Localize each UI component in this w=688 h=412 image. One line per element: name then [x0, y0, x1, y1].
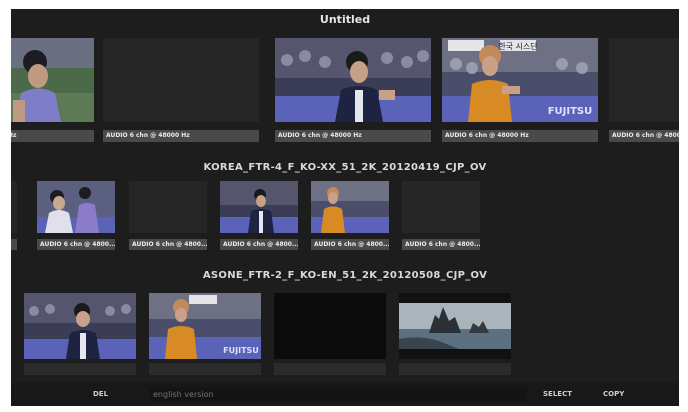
strip-3-title: ASONE_FTR-2_F_KO-EN_51_2K_20120508_CJP_O… [202, 270, 488, 281]
clip-2-3[interactable]: AUDIO 6 chn @ 4800... [220, 181, 298, 255]
audio-label: AUDIO 6 chn @ 48000 Hz [275, 130, 431, 142]
clip-2-4[interactable]: AUDIO 6 chn @ 4800... [311, 181, 389, 255]
clip-2-1[interactable]: AUDIO 6 chn @ 4800... [37, 181, 115, 255]
strip-2: KOREA_FTR-4_F_KO-XX_51_2K_20120419_CJP_O… [11, 159, 679, 259]
bottom-toolbar: DEL SELECT COPY [11, 383, 679, 406]
thumbnail-player-orange-jersey: 한국 시스단 FUJITSU [442, 38, 598, 122]
thumbnail-rocky-island-seascape [399, 293, 511, 359]
clip-1-3[interactable]: AUDIO 6 chn @ 48000 Hz [275, 38, 431, 142]
clip-1-5[interactable]: AUDIO 6 chn @ 48000 Hz [609, 38, 679, 142]
clip-label-empty [149, 363, 261, 375]
thumbnail-player-closeup [11, 38, 94, 122]
clip-2-5[interactable]: AUDIO 6 chn @ 4800... [402, 181, 480, 255]
thumbnail-empty [402, 181, 480, 233]
version-name-input[interactable] [149, 387, 527, 402]
clip-3-4[interactable] [399, 293, 511, 375]
delete-button[interactable]: DEL [93, 383, 108, 406]
thumbnail-player-orange-jersey [311, 181, 389, 233]
audio-label: AUDIO 6 chn @ 48000 Hz [609, 130, 679, 142]
clip-label-empty [274, 363, 386, 375]
audio-label: AUDIO 6 chn @ 4800... [37, 239, 115, 250]
clip-2-2[interactable]: AUDIO 6 chn @ 4800... [129, 181, 207, 255]
clip-3-2[interactable]: FUJITSU [149, 293, 261, 375]
clip-3-1[interactable] [24, 293, 136, 375]
thumbnail-player-orange-jersey: FUJITSU [149, 293, 261, 359]
thumbnail-empty [103, 38, 259, 122]
strip-2-title: KOREA_FTR-4_F_KO-XX_51_2K_20120419_CJP_O… [203, 162, 487, 173]
app-window: Untitled Hz AUDIO 6 chn @ 48000 Hz [11, 9, 679, 406]
sponsor-text: FUJITSU [223, 346, 259, 355]
audio-label-partial [11, 239, 17, 250]
thumbnail-empty [609, 38, 679, 122]
clip-3-3[interactable] [274, 293, 386, 375]
audio-label: AUDIO 6 chn @ 48000 Hz [103, 130, 259, 142]
strip-3: ASONE_FTR-2_F_KO-EN_51_2K_20120508_CJP_O… [11, 267, 679, 379]
audio-label: AUDIO 6 chn @ 4800... [220, 239, 298, 250]
thumbnail-black [274, 293, 386, 359]
audio-label: AUDIO 6 chn @ 4800... [402, 239, 480, 250]
strip-1: Hz AUDIO 6 chn @ 48000 Hz AU [11, 35, 679, 145]
thumbnail-table-tennis-player [24, 293, 136, 359]
audio-label: Hz [11, 130, 94, 142]
clip-label-empty [399, 363, 511, 375]
clip-1-4[interactable]: 한국 시스단 FUJITSU AUDIO 6 chn @ 48000 Hz [442, 38, 598, 142]
thumbnail-table-tennis-player [220, 181, 298, 233]
audio-label: AUDIO 6 chn @ 48000 Hz [442, 130, 598, 142]
thumbnail-partial [11, 181, 17, 233]
clip-1-2[interactable]: AUDIO 6 chn @ 48000 Hz [103, 38, 259, 142]
audio-label: AUDIO 6 chn @ 4800... [311, 239, 389, 250]
window-title: Untitled [319, 13, 371, 26]
clip-label-empty [24, 363, 136, 375]
clip-1-1[interactable]: Hz [11, 38, 94, 142]
sponsor-text: FUJITSU [548, 106, 593, 117]
clip-2-0-edge [11, 181, 17, 255]
thumbnail-empty [129, 181, 207, 233]
thumbnail-table-tennis-player [275, 38, 431, 122]
audio-label: AUDIO 6 chn @ 4800... [129, 239, 207, 250]
copy-button[interactable]: COPY [603, 383, 624, 406]
select-button[interactable]: SELECT [543, 383, 572, 406]
thumbnail-players-doubles [37, 181, 115, 233]
banner-text: 한국 시스단 [498, 41, 538, 51]
